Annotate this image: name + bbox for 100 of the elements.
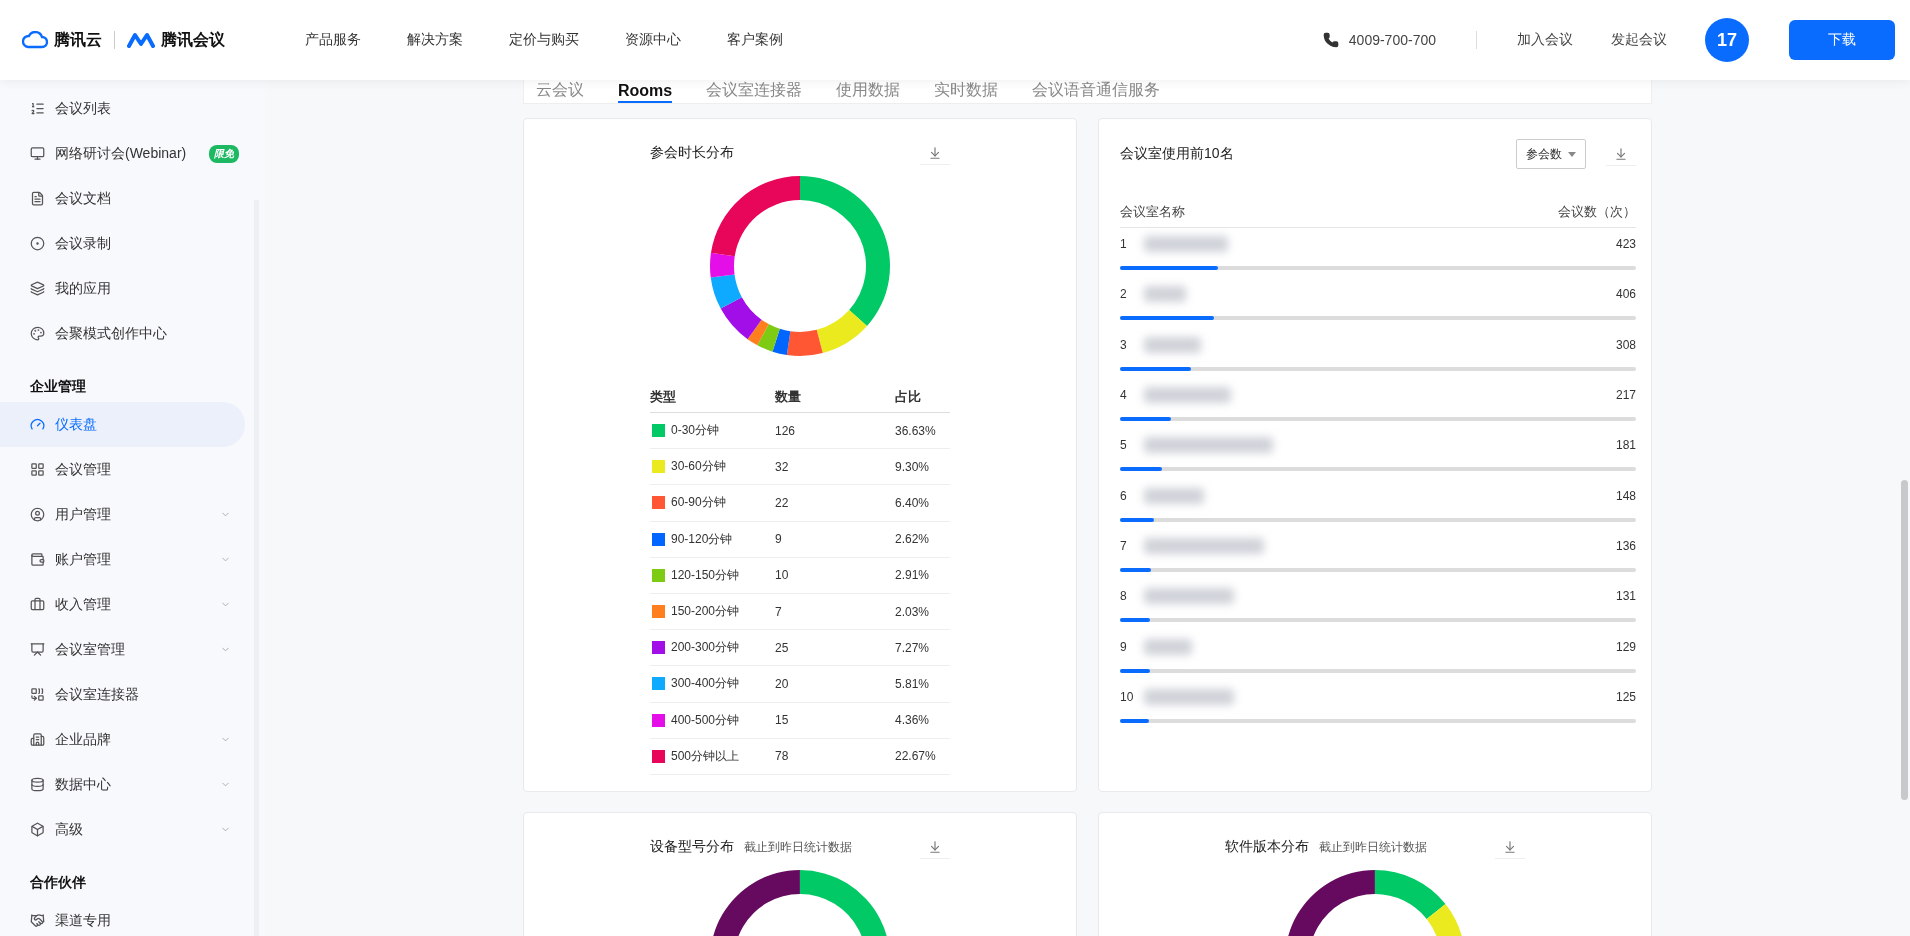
sidebar-item[interactable]: 会议室连接器: [0, 672, 245, 717]
sidebar-item[interactable]: 会议管理: [0, 447, 245, 492]
sidebar-item-icon: [30, 732, 45, 747]
table-cell-text: 2.91%: [895, 568, 931, 583]
table-cell-text: 20: [775, 676, 790, 691]
user-avatar[interactable]: 17: [1705, 18, 1749, 62]
meeting-count: 129: [1615, 639, 1636, 654]
table-cell: 400-500分钟: [650, 711, 775, 729]
meeting-count: 181: [1615, 438, 1636, 453]
table-cell: 500分钟以上: [650, 747, 775, 765]
sidebar-item[interactable]: 会议列表: [0, 86, 245, 131]
table-cell-text: 126: [775, 423, 797, 438]
blurred-name-placeholder: [1144, 638, 1192, 655]
sidebar-item-icon: [30, 191, 45, 206]
phone-number: 4009-700-700: [1348, 32, 1436, 48]
rank-number: 8: [1120, 589, 1128, 604]
table-cell: 200-300分钟: [650, 639, 775, 657]
table-cell-text: 4.36%: [895, 713, 931, 728]
nav-link[interactable]: 产品服务: [305, 31, 361, 49]
chart-title: 软件版本分布: [1225, 838, 1309, 856]
table-cell-text: 7.27%: [895, 640, 931, 655]
chart-note: 截止到昨日统计数据: [1319, 839, 1427, 856]
sidebar-item[interactable]: 会议室管理: [0, 627, 245, 672]
header-link[interactable]: 发起会议: [1611, 31, 1667, 49]
sidebar-item[interactable]: 网络研讨会(Webinar) 限免: [0, 131, 245, 176]
nav-link[interactable]: 资源中心: [625, 31, 681, 49]
tab[interactable]: 实时数据: [934, 80, 999, 103]
table-cell-text: 22.67%: [895, 749, 937, 764]
table-cell-text: 2.03%: [895, 604, 931, 619]
rank-number: 6: [1120, 488, 1128, 503]
sidebar-item[interactable]: 会聚模式创作中心: [0, 311, 245, 356]
sidebar-item-icon: [30, 236, 45, 251]
sidebar-item[interactable]: 渠道专用: [0, 898, 245, 936]
meeting-logo[interactable]: 腾讯会议: [127, 29, 225, 51]
meeting-logo-icon: [127, 32, 155, 48]
meeting-count: 217: [1615, 388, 1636, 403]
sidebar-item[interactable]: 仪表盘: [0, 402, 245, 447]
blurred-name-placeholder: [1144, 487, 1204, 504]
sort-select[interactable]: 参会数: [1516, 139, 1586, 169]
meeting-count: 148: [1615, 488, 1636, 503]
column-header: 会议数（次）: [1558, 203, 1636, 221]
table-header: 占比: [895, 387, 922, 406]
caret-icon: [1568, 151, 1576, 157]
sidebar-item[interactable]: 高级: [0, 807, 245, 852]
phone-icon: [1322, 32, 1339, 48]
sidebar-item[interactable]: 数据中心: [0, 762, 245, 807]
cloud-logo[interactable]: 腾讯云: [22, 29, 102, 51]
table-cell: 30-60分钟: [650, 458, 775, 476]
table-cell-text: 36.63%: [895, 423, 937, 438]
sidebar-item-icon: [30, 101, 45, 116]
table-cell: 60-90分钟: [650, 494, 775, 512]
meeting-count: 423: [1615, 237, 1636, 252]
cloud-logo-icon: [22, 31, 48, 49]
table-cell-text: 2.62%: [895, 532, 931, 547]
sidebar-item-icon: [30, 642, 45, 657]
meeting-count: 308: [1615, 337, 1636, 352]
chart-title: 参会时长分布: [650, 144, 734, 162]
sidebar-item[interactable]: 会议录制: [0, 221, 245, 266]
table-cell-text: 5.81%: [895, 676, 931, 691]
sidebar-item[interactable]: 账户管理: [0, 537, 245, 582]
tab[interactable]: 会议语音通信服务: [1032, 80, 1161, 103]
table-cell: 300-400分钟: [650, 675, 775, 693]
rank-number: 4: [1120, 388, 1128, 403]
meeting-count: 406: [1615, 287, 1636, 302]
table-cell-text: 15: [775, 713, 790, 728]
table-cell-text: 22: [775, 495, 790, 510]
sidebar-section-title: 合作伙伴: [29, 873, 87, 892]
tab[interactable]: 会议室连接器: [706, 80, 803, 103]
sidebar-item[interactable]: 我的应用: [0, 266, 245, 311]
tab[interactable]: Rooms: [618, 80, 673, 103]
table-cell: 120-150分钟: [650, 566, 775, 584]
rank-number: 9: [1120, 639, 1128, 654]
sidebar-item-icon: [30, 597, 45, 612]
table-cell-text: 10: [775, 568, 790, 583]
page-scrollbar[interactable]: [1901, 480, 1908, 800]
nav-link[interactable]: 解决方案: [407, 31, 463, 49]
promo-badge: 限免: [209, 144, 239, 163]
chart-title: 设备型号分布: [650, 838, 734, 856]
table-cell-text: 25: [775, 640, 790, 655]
table-cell-text: 6.40%: [895, 495, 931, 510]
table-cell-text: 78: [775, 749, 790, 764]
card-title: 会议室使用前10名: [1120, 145, 1234, 163]
sidebar-item[interactable]: 企业品牌: [0, 717, 245, 762]
sidebar-item-icon: [30, 326, 45, 341]
sidebar-item-icon: [30, 552, 45, 567]
table-cell-text: 9: [775, 532, 783, 547]
sidebar-item[interactable]: 收入管理: [0, 582, 245, 627]
table-cell: 150-200分钟: [650, 603, 775, 621]
nav-link[interactable]: 客户案例: [727, 31, 783, 49]
rank-number: 2: [1120, 287, 1128, 302]
sidebar-item[interactable]: 用户管理: [0, 492, 245, 537]
sidebar-section-title: 企业管理: [29, 377, 87, 396]
download-button[interactable]: 下载: [1789, 20, 1895, 60]
tab[interactable]: 使用数据: [836, 80, 901, 103]
header-link[interactable]: 加入会议: [1517, 31, 1573, 49]
chart-note: 截止到昨日统计数据: [744, 839, 852, 856]
sidebar-item[interactable]: 会议文档: [0, 176, 245, 221]
nav-link[interactable]: 定价与购买: [509, 31, 579, 49]
meeting-count: 125: [1615, 689, 1636, 704]
tab[interactable]: 云会议: [536, 80, 584, 103]
